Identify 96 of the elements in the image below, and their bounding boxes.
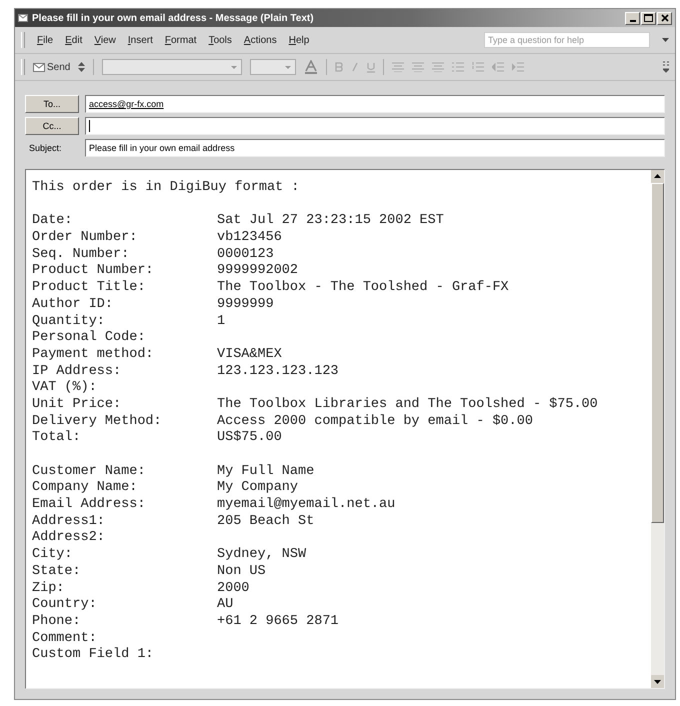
align-icon[interactable]: [412, 62, 424, 72]
send-button[interactable]: Send: [33, 62, 70, 72]
field-label: Unit Price:: [32, 396, 122, 414]
field-value: 9999992002: [217, 263, 298, 280]
dropdown-arrow-icon: [231, 66, 238, 68]
font-dropdown[interactable]: [102, 59, 242, 75]
field-value: vb123456: [217, 230, 282, 247]
help-search-field[interactable]: Type a question for help: [484, 32, 650, 48]
to-button[interactable]: To...: [25, 95, 79, 113]
field-value: The Toolbox Libraries and The Toolshed - $75.00: [217, 396, 598, 414]
align-icon[interactable]: [392, 62, 404, 72]
menu-item[interactable]: File: [37, 34, 54, 46]
field-value: Sydney, NSW: [217, 547, 306, 564]
field-value: Sat Jul 27 23:23:15 2002 EST: [217, 213, 444, 230]
subject-label: Subject:: [28, 143, 63, 153]
field-label: Product Number:: [32, 263, 155, 280]
to-field[interactable]: access@gr-fx.com: [85, 95, 665, 113]
menu-item[interactable]: Help: [288, 34, 310, 46]
maximize-button[interactable]: [641, 12, 656, 24]
field-label: Country:: [32, 597, 98, 614]
close-icon: [660, 14, 668, 22]
field-label: VAT (%):: [32, 380, 98, 397]
field-value: 123.123.123.123: [217, 364, 339, 380]
field-label: Phone:: [32, 614, 82, 631]
dropdown-arrow-icon[interactable]: [662, 38, 669, 42]
decrease-indent-icon[interactable]: [492, 62, 504, 72]
email-address-link[interactable]: access@gr-fx.com: [89, 99, 164, 109]
scroll-thumb[interactable]: [651, 183, 664, 523]
field-label: Author ID:: [32, 296, 114, 314]
field-label: Seq. Number:: [32, 246, 130, 263]
field-value: 9999999: [217, 296, 274, 314]
field-label: Address2:: [32, 530, 106, 547]
field-label: Custom Field 1:: [32, 647, 155, 664]
scroll-up-button[interactable]: [651, 170, 664, 183]
toolbar-options-icon[interactable]: [663, 61, 669, 73]
bold-icon[interactable]: [335, 62, 344, 72]
field-value: 205 Beach St: [217, 514, 314, 530]
field-label: IP Address:: [32, 364, 122, 380]
field-label: Total:: [32, 430, 82, 448]
field-value: VISA&MEX: [217, 346, 282, 364]
message-body[interactable]: [25, 169, 665, 689]
field-label: City:: [32, 547, 74, 564]
font-size-dropdown[interactable]: [250, 59, 296, 75]
toolbar-options-icon[interactable]: [78, 61, 86, 73]
menu-item[interactable]: Edit: [65, 34, 82, 46]
vertical-scrollbar[interactable]: [651, 170, 664, 688]
field-value: US$75.00: [217, 430, 282, 448]
field-value: Non US: [217, 564, 266, 581]
field-value: +61 2 9665 2871: [217, 614, 339, 631]
menu-item[interactable]: Tools: [208, 34, 232, 46]
field-value: My Company: [217, 480, 298, 497]
field-label: Delivery Method:: [32, 414, 163, 430]
menu-item[interactable]: Format: [164, 34, 197, 46]
field-label: State:: [32, 564, 82, 581]
window-title: Please fill in your own email address - Message (Plain Text): [32, 12, 314, 24]
field-label: Date:: [32, 213, 74, 230]
field-value: The Toolbox - The Toolshed - Graf-FX: [217, 280, 509, 297]
field-value: AU: [217, 597, 234, 614]
cc-field[interactable]: [85, 117, 665, 135]
align-icon[interactable]: [432, 62, 444, 72]
close-button[interactable]: [657, 12, 672, 24]
field-value: My Full Name: [217, 464, 314, 480]
field-label: Company Name:: [32, 480, 138, 497]
field-label: Customer Name:: [32, 464, 146, 480]
field-label: Product Title:: [32, 280, 146, 297]
subject-field[interactable]: Please fill in your own email address: [85, 139, 665, 157]
field-label: Personal Code:: [32, 330, 146, 347]
scroll-down-button[interactable]: [651, 675, 664, 688]
field-value: 0000123: [217, 246, 274, 264]
field-label: Zip:: [32, 580, 66, 598]
field-value: Access 2000 compatible by email - $0.00: [217, 414, 533, 430]
field-value: 1: [217, 314, 226, 330]
field-label: Payment method:: [32, 346, 155, 364]
menu-item[interactable]: Actions: [244, 34, 277, 46]
menu-item[interactable]: Insert: [128, 34, 153, 46]
body-text: This order is in DigiBuy format :: [32, 180, 300, 197]
numbered-list-icon[interactable]: [472, 62, 484, 72]
envelope-icon: [18, 14, 28, 22]
field-value: myemail@myemail.net.au: [217, 497, 396, 514]
field-label: Email Address:: [32, 497, 146, 514]
underline-icon[interactable]: [367, 62, 376, 72]
field-label: Comment:: [32, 630, 98, 647]
field-value: 2000: [217, 580, 250, 598]
envelope-icon: [33, 62, 45, 72]
increase-indent-icon[interactable]: [512, 62, 524, 72]
minimize-button[interactable]: [625, 12, 640, 24]
menu-item[interactable]: View: [94, 34, 116, 46]
maximize-icon: [644, 14, 653, 22]
field-label: Order Number:: [32, 230, 138, 247]
dropdown-arrow-icon: [285, 66, 292, 68]
bullet-list-icon[interactable]: [452, 62, 464, 72]
cc-button[interactable]: Cc...: [25, 117, 79, 135]
font-color-icon[interactable]: [304, 60, 318, 74]
italic-icon[interactable]: [351, 62, 360, 72]
field-label: Address1:: [32, 514, 106, 530]
field-label: Quantity:: [32, 314, 106, 330]
